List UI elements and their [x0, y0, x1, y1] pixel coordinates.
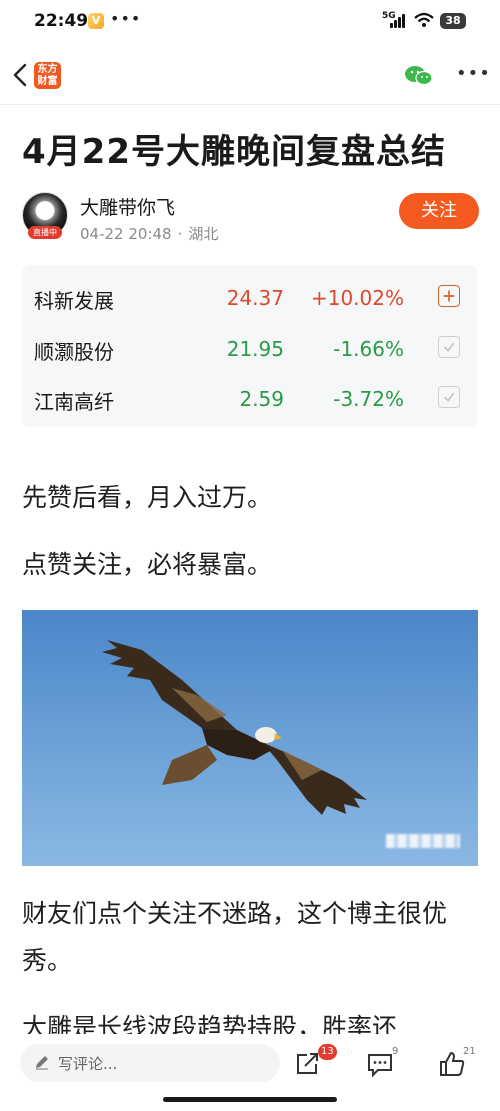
comment-count: 9 — [392, 1046, 399, 1057]
stock-name: 科新发展 — [34, 289, 114, 313]
nav-bar: 东方 财富 ••• — [0, 48, 500, 102]
live-badge: 直播中 — [28, 226, 62, 239]
image-watermark — [386, 834, 460, 848]
more-options-icon[interactable]: ••• — [456, 63, 491, 84]
added-watchlist-icon[interactable] — [438, 336, 460, 358]
stock-change: -1.66% — [333, 337, 404, 361]
article-paragraph: 先赞后看，月入过万。 — [22, 483, 273, 512]
stock-change: +10.02% — [310, 286, 404, 310]
post-meta: 04-22 20:48 · 湖北 — [80, 225, 219, 243]
article-paragraph: 点赞关注，必将暴富。 — [22, 550, 273, 579]
add-watchlist-icon[interactable] — [438, 285, 460, 307]
stock-name: 江南高纤 — [34, 390, 114, 414]
article-paragraph: 大雕是长线波段趋势持股，胜率还 — [22, 1013, 398, 1034]
stock-row[interactable]: 顺灏股份 21.95 -1.66% — [22, 322, 478, 372]
stock-name: 顺灏股份 — [34, 340, 114, 364]
more-notifications-icon: ••• — [110, 9, 142, 28]
post-time: 04-22 20:48 — [80, 225, 172, 243]
status-bar: 22:49 V ••• 5G 38 — [0, 0, 500, 44]
pencil-icon — [36, 1056, 48, 1070]
share-icon[interactable] — [293, 1050, 321, 1078]
article-paragraph: 财友们点个关注不迷路，这个博主很优秀。 — [22, 899, 448, 975]
stock-price: 21.95 — [226, 337, 284, 361]
status-time: 22:49 — [34, 11, 89, 31]
stock-price: 24.37 — [226, 286, 284, 310]
like-count: 21 — [463, 1046, 476, 1057]
vip-app-icon: V — [88, 13, 104, 29]
comment-input[interactable]: 写评论... — [20, 1044, 280, 1082]
divider — [0, 104, 500, 105]
stock-row[interactable]: 江南高纤 2.59 -3.72% — [22, 372, 478, 422]
article-title: 4月22号大雕晚间复盘总结 — [22, 132, 446, 172]
related-stocks-card: 科新发展 24.37 +10.02% 顺灏股份 21.95 -1.66% 江南高… — [22, 265, 478, 427]
stock-price: 2.59 — [239, 387, 284, 411]
follow-button[interactable]: 关注 — [399, 193, 479, 229]
share-count-badge: 13 — [318, 1044, 337, 1060]
signal-icon — [390, 14, 408, 28]
eagle-illustration — [102, 640, 367, 815]
wechat-icon[interactable] — [404, 64, 434, 88]
battery-indicator: 38 — [440, 13, 466, 29]
stock-change: -3.72% — [333, 387, 404, 411]
stock-row[interactable]: 科新发展 24.37 +10.02% — [22, 271, 478, 321]
comment-placeholder: 写评论... — [58, 1055, 118, 1073]
app-logo[interactable]: 东方 财富 — [34, 62, 61, 89]
home-indicator — [163, 1097, 337, 1102]
added-watchlist-icon[interactable] — [438, 386, 460, 408]
back-icon[interactable] — [8, 60, 32, 90]
like-icon[interactable] — [438, 1050, 466, 1078]
wifi-icon — [414, 12, 434, 27]
comment-icon[interactable] — [366, 1050, 394, 1078]
author-name[interactable]: 大雕带你飞 — [80, 193, 175, 220]
post-location: 湖北 — [188, 225, 219, 243]
eagle-image[interactable] — [22, 610, 478, 866]
